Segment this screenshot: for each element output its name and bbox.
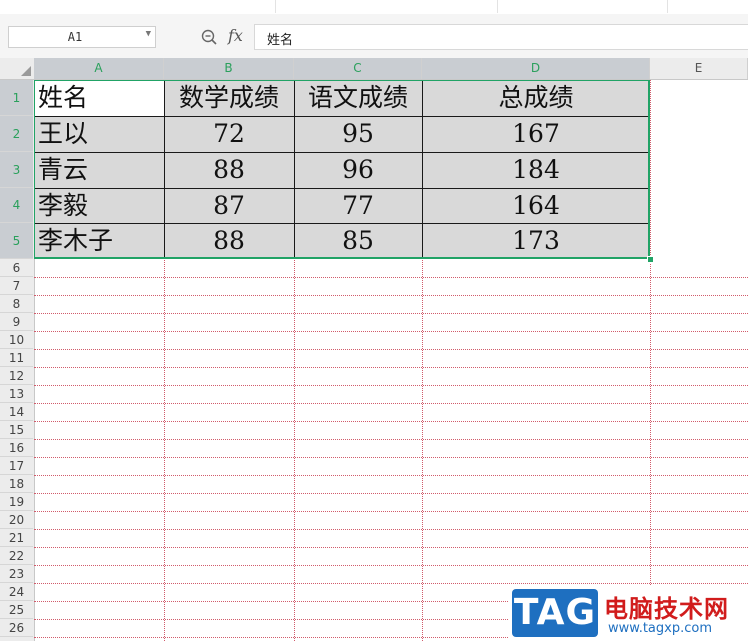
name-box-value: A1: [67, 30, 83, 44]
table-cell[interactable]: 李毅: [34, 188, 164, 223]
column-header-a[interactable]: A: [34, 58, 164, 79]
grid-line: [34, 277, 748, 278]
row-header-11[interactable]: 11: [0, 349, 33, 367]
row-header-21[interactable]: 21: [0, 529, 33, 547]
table-cell[interactable]: 88: [164, 152, 294, 188]
grid-line: [34, 421, 748, 422]
column-header-row: ABCDE: [0, 58, 748, 80]
fill-handle[interactable]: [647, 256, 654, 263]
table-border: [34, 116, 650, 117]
row-header-18[interactable]: 18: [0, 475, 33, 493]
chevron-down-icon[interactable]: ▼: [146, 29, 151, 39]
select-all-corner[interactable]: [0, 58, 34, 79]
table-header-cell[interactable]: 总成绩: [422, 80, 650, 116]
table-cell[interactable]: 184: [422, 152, 650, 188]
grid-line: [34, 565, 748, 566]
table-cell[interactable]: 王以: [34, 116, 164, 152]
table-cell[interactable]: 72: [164, 116, 294, 152]
row-header-8[interactable]: 8: [0, 295, 33, 313]
row-header-4[interactable]: 4: [0, 188, 33, 223]
table-cell[interactable]: 青云: [34, 152, 164, 188]
formula-bar: A1 ▼ fx 姓名: [0, 14, 748, 58]
toolbar-separator: [667, 0, 668, 13]
table-border: [422, 80, 423, 259]
table-cell[interactable]: 87: [164, 188, 294, 223]
row-header-2[interactable]: 2: [0, 116, 33, 152]
grid-line: [34, 367, 748, 368]
row-header-7[interactable]: 7: [0, 277, 33, 295]
column-header-e[interactable]: E: [650, 58, 748, 79]
row-header-column: 1 2 3 4 5 6 7 8 9 10 11 12 13 14 15 16 17 18 19 20 21 22 23 24 2…: [0, 80, 35, 641]
row-header-6[interactable]: 6: [0, 259, 33, 277]
row-header-17[interactable]: 17: [0, 457, 33, 475]
table-header-cell[interactable]: 语文成绩: [294, 80, 422, 116]
table-border: [164, 80, 165, 259]
row-header-15[interactable]: 15: [0, 421, 33, 439]
grid-line: [34, 547, 748, 548]
table-cell[interactable]: 李木子: [34, 223, 164, 259]
name-box[interactable]: A1 ▼: [8, 26, 156, 48]
watermark-site-name: 电脑技术网: [604, 595, 729, 623]
row-header-20[interactable]: 20: [0, 511, 33, 529]
row-header-3[interactable]: 3: [0, 152, 33, 188]
row-header-10[interactable]: 10: [0, 331, 33, 349]
grid-line: [34, 475, 748, 476]
table-header-cell[interactable]: 数学成绩: [164, 80, 294, 116]
row-header-1[interactable]: 1: [0, 80, 33, 116]
table-header-cell[interactable]: 姓名: [34, 80, 164, 116]
grid-line: [34, 583, 748, 584]
grid-line: [34, 403, 748, 404]
row-header-22[interactable]: 22: [0, 547, 33, 565]
watermark: TAG 电脑技术网 www.tagxp.com: [508, 585, 748, 641]
grid-line: [34, 295, 748, 296]
row-header-5[interactable]: 5: [0, 223, 33, 259]
column-header-d[interactable]: D: [422, 58, 650, 79]
row-header-19[interactable]: 19: [0, 493, 33, 511]
function-icon[interactable]: fx: [228, 26, 243, 45]
grid-line: [34, 511, 748, 512]
row-header-23[interactable]: 23: [0, 565, 33, 583]
table-border: [34, 223, 650, 224]
table-cell[interactable]: 96: [294, 152, 422, 188]
watermark-url: www.tagxp.com: [608, 621, 712, 636]
row-header-26[interactable]: 26: [0, 619, 33, 637]
row-header-16[interactable]: 16: [0, 439, 33, 457]
grid-line: [34, 331, 748, 332]
table-cell[interactable]: 85: [294, 223, 422, 259]
table-border: [34, 152, 650, 153]
table-cell[interactable]: 95: [294, 116, 422, 152]
row-header-12[interactable]: 12: [0, 367, 33, 385]
row-header-14[interactable]: 14: [0, 403, 33, 421]
grid-line: [34, 439, 748, 440]
grid-line: [34, 313, 748, 314]
grid-line: [650, 80, 651, 641]
table-cell[interactable]: 164: [422, 188, 650, 223]
table-cell[interactable]: 167: [422, 116, 650, 152]
column-header-b[interactable]: B: [164, 58, 294, 79]
table-cell[interactable]: 77: [294, 188, 422, 223]
toolbar-separator: [497, 0, 498, 13]
row-header-13[interactable]: 13: [0, 385, 33, 403]
toolbar-separator: [275, 0, 276, 13]
row-header-25[interactable]: 25: [0, 601, 33, 619]
table-border: [34, 188, 650, 189]
formula-input-value: 姓名: [267, 33, 294, 48]
row-header-9[interactable]: 9: [0, 313, 33, 331]
top-toolbar-strip: [0, 0, 748, 15]
table-cell[interactable]: 88: [164, 223, 294, 259]
zoom-icon[interactable]: [200, 28, 218, 46]
cell-grid[interactable]: 姓名 数学成绩 语文成绩 总成绩王以 72 95 167 青云 88 96 184 李毅 87 77 164…: [34, 80, 748, 641]
column-header-c[interactable]: C: [294, 58, 422, 79]
grid-line: [34, 493, 748, 494]
formula-input[interactable]: 姓名: [254, 24, 748, 50]
grid-line: [34, 457, 748, 458]
table-cell[interactable]: 173: [422, 223, 650, 259]
grid-line: [34, 349, 748, 350]
row-header-24[interactable]: 24: [0, 583, 33, 601]
table-border: [294, 80, 295, 259]
grid-line: [34, 385, 748, 386]
watermark-logo: TAG: [512, 589, 598, 637]
grid-line: [34, 529, 748, 530]
